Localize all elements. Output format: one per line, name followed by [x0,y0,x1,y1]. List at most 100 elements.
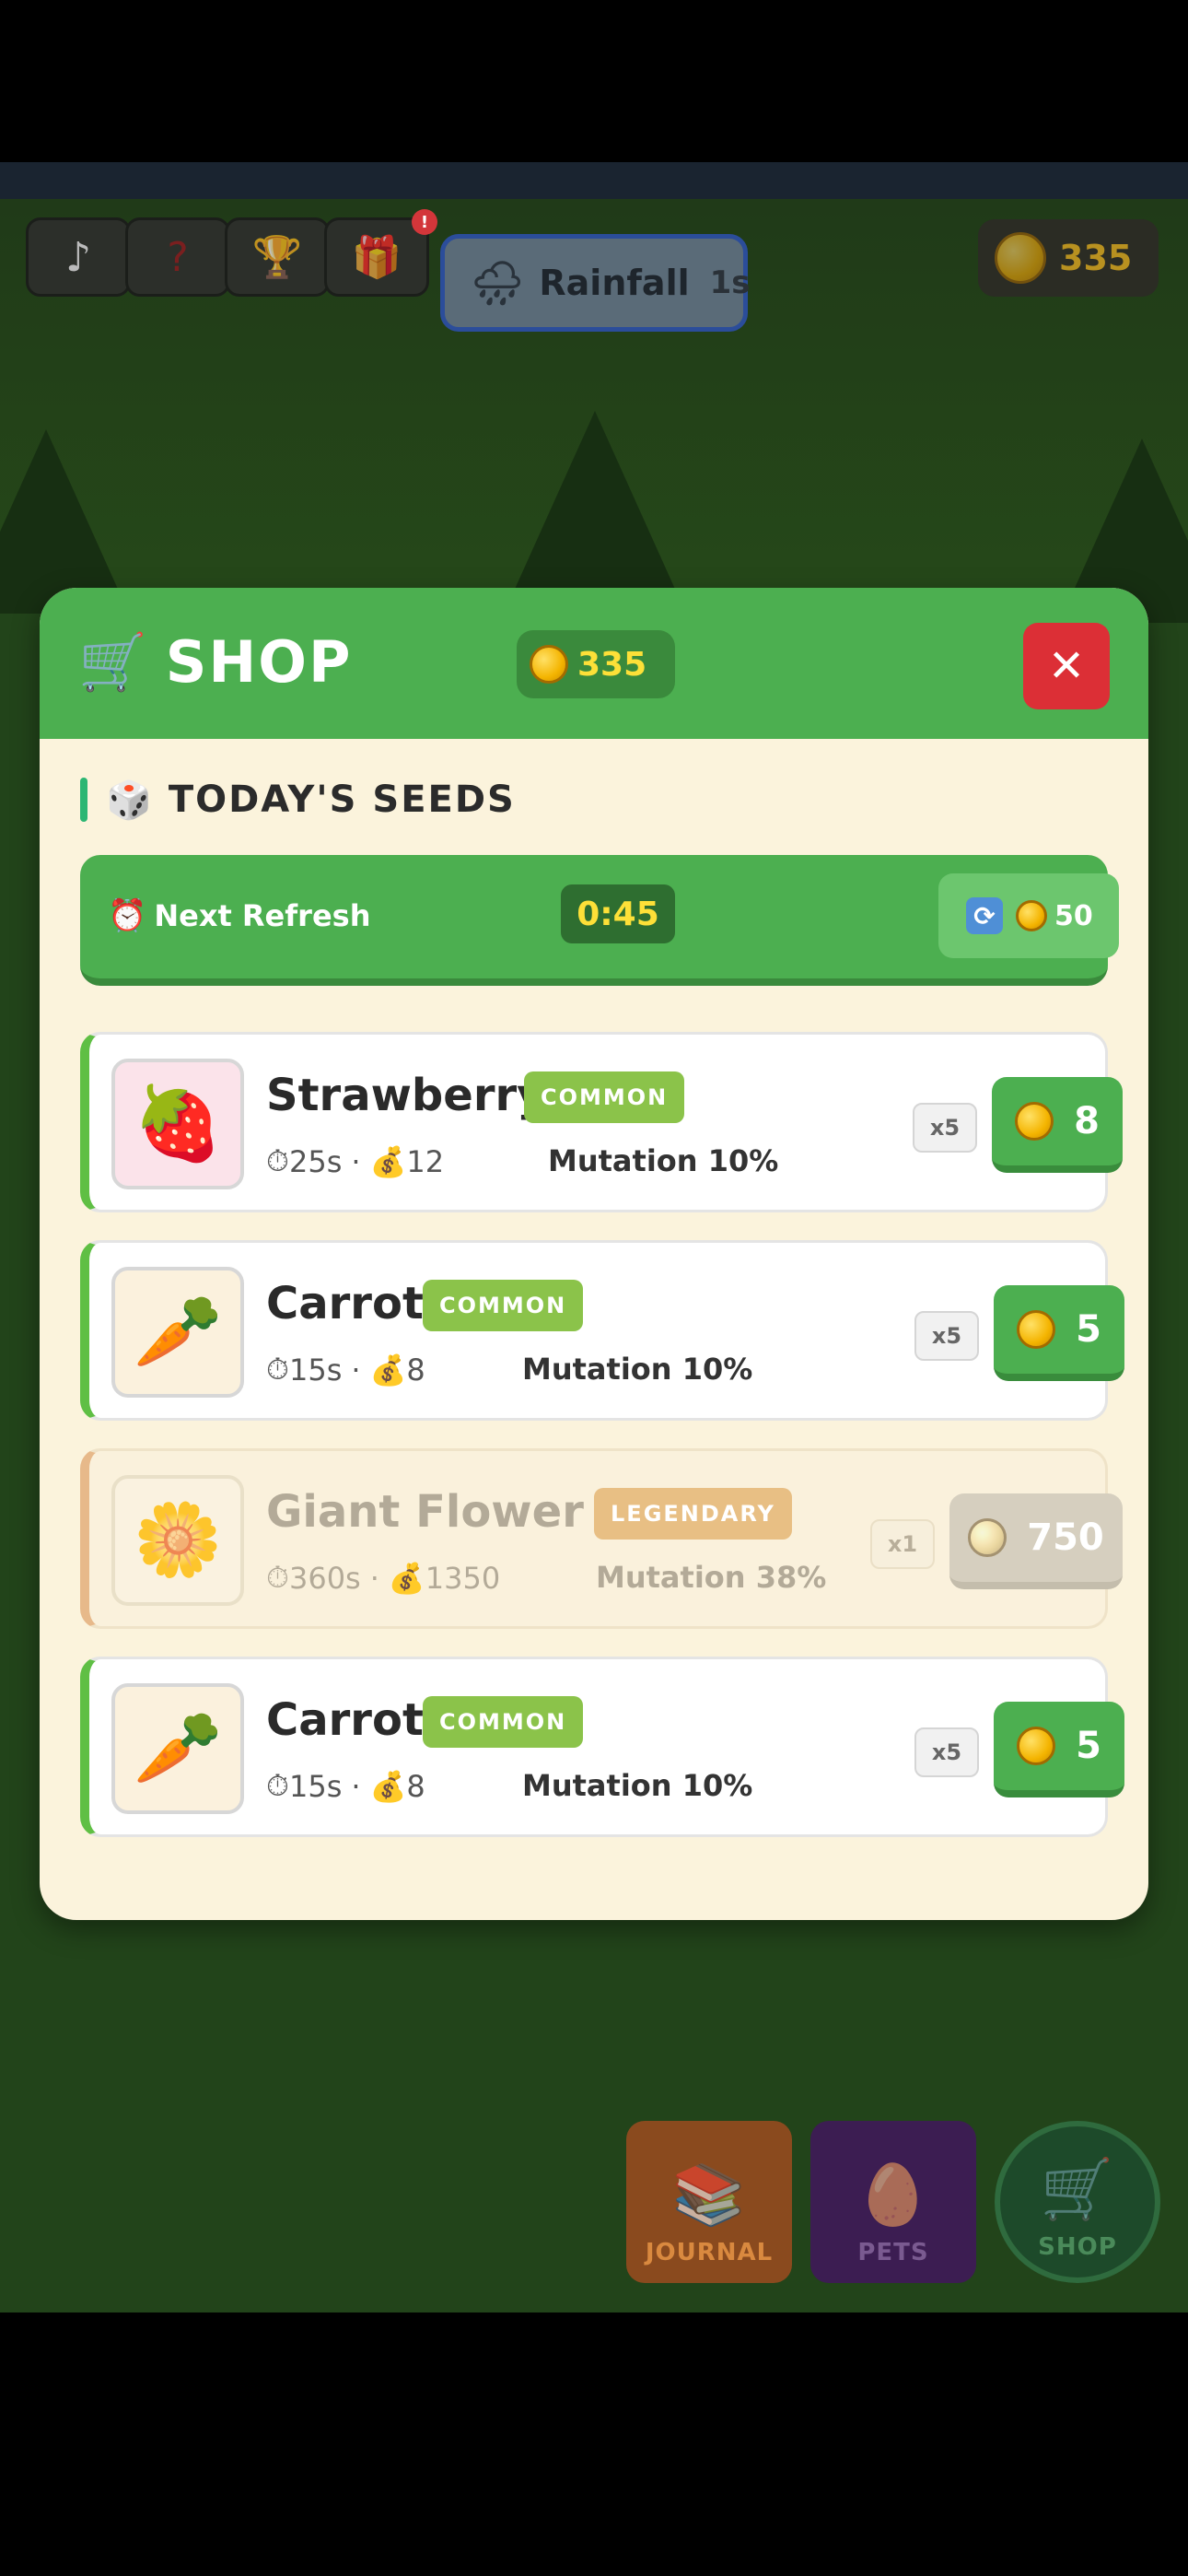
dock-shop-label: SHOP [1038,2233,1117,2261]
mutation-chance: Mutation 10% [522,1768,753,1803]
money-bag-icon: 💰 [369,1768,407,1804]
shop-item: 🥕 Carrot COMMON ⏱ 15s · 💰 8 Mutation 10%… [80,1657,1124,1837]
coin-icon [968,1518,1007,1557]
mutation-chance: Mutation 38% [596,1560,827,1595]
buy-price: 5 [1076,1308,1101,1351]
stopwatch-icon: ⏱ [266,1143,289,1178]
close-icon: ✕ [1047,640,1086,692]
gift-button[interactable]: 🎁 ! [324,209,437,297]
reroll-button[interactable]: ⟳ 50 [938,873,1119,958]
coin-balance-value: 335 [1059,238,1133,278]
mutation-chance: Mutation 10% [522,1352,753,1387]
cart-icon: 🛒 [1040,2156,1115,2224]
stopwatch-icon: ⏱ [266,1352,289,1387]
tree-decoration [0,429,129,614]
music-note-icon: ♪ [64,233,92,281]
trophy-icon: 🏆 [251,234,303,281]
stock-quantity: x5 [914,1727,979,1777]
coin-icon [1016,900,1047,931]
buy-button[interactable]: 8 [992,1077,1123,1173]
next-refresh-label: ⏰ Next Refresh [108,897,370,934]
coin-icon [995,232,1046,284]
tree-decoration [512,411,678,595]
item-stats: ⏱ 15s · 💰 8 [266,1768,425,1804]
help-button[interactable]: ? [125,217,230,297]
notification-badge: ! [412,209,437,235]
buy-price: 8 [1074,1100,1100,1142]
close-button[interactable]: ✕ [1023,623,1110,709]
coin-icon [1017,1727,1056,1765]
buy-button[interactable]: 5 [994,1702,1124,1797]
stock-quantity: x5 [913,1103,977,1153]
buy-button-disabled[interactable]: 750 [949,1493,1123,1589]
dock-pets-button[interactable]: 🥚 PETS [810,2121,976,2283]
stopwatch-icon: ⏱ [266,1560,289,1595]
refresh-icon: ⟳ [966,897,1003,934]
dock-journal-button[interactable]: 📚 JOURNAL [626,2121,792,2283]
buy-price: 750 [1027,1516,1104,1559]
shop-coin-value: 335 [577,645,647,684]
refresh-timer: 0:45 [561,884,675,943]
rarity-badge: COMMON [423,1280,584,1331]
letterbox-bottom [0,2346,1188,2576]
reroll-cost: 50 [1054,899,1093,932]
section-title-text: TODAY'S SEEDS [168,779,516,821]
shop-coin-balance: 335 [517,630,675,698]
cart-icon: 🛒 [78,630,149,695]
grow-time: 15s [288,1768,343,1804]
dock-shop-button[interactable]: 🛒 SHOP [995,2121,1160,2283]
egg-icon: 🥚 [856,2161,931,2230]
dice-icon: 🎲 [106,779,154,822]
money-bag-icon: 💰 [369,1352,407,1388]
giant-flower-icon: 🌼 [111,1475,244,1606]
coin-icon [1015,1102,1054,1141]
shop-modal: 🛒 SHOP 335 ✕ 🎲 TODAY'S SEEDS ⏰ Next Refr… [40,588,1148,1920]
rain-cloud-icon: 🌧 [471,257,525,308]
letterbox-top [0,0,1188,162]
buy-price: 5 [1076,1725,1101,1767]
section-accent-bar [80,778,87,822]
item-name: Giant Flower [266,1486,584,1538]
section-heading: 🎲 TODAY'S SEEDS [80,778,516,822]
books-icon: 📚 [671,2161,747,2230]
coin-icon [530,645,568,684]
sell-value: 8 [406,1352,425,1388]
trophy-button[interactable]: 🏆 [225,217,330,297]
stock-quantity: x5 [914,1311,979,1361]
music-button[interactable]: ♪ [26,217,131,297]
money-bag-icon: 💰 [369,1143,407,1179]
rarity-badge: COMMON [423,1696,584,1748]
dock-journal-label: JOURNAL [645,2239,774,2266]
question-icon: ? [167,233,189,281]
alarm-clock-icon: ⏰ [108,897,147,934]
sell-value: 12 [406,1143,445,1179]
coin-balance-hud: 335 [978,219,1159,297]
grow-time: 25s [288,1143,343,1179]
money-bag-icon: 💰 [388,1560,425,1596]
shop-item-unavailable: 🌼 Giant Flower LEGENDARY ⏱ 360s · 💰 1350… [80,1448,1123,1629]
item-name: Carrot [266,1694,424,1746]
sell-value: 8 [406,1768,425,1804]
coin-icon [1017,1310,1056,1349]
strawberry-plant-icon: 🍓 [111,1059,244,1189]
weather-time: 1s [709,264,751,301]
rarity-badge: LEGENDARY [594,1488,792,1540]
stock-quantity: x1 [870,1519,935,1569]
rarity-badge: COMMON [524,1071,685,1123]
shop-title-text: SHOP [165,628,353,696]
refresh-banner: ⏰ Next Refresh 0:45 ⟳ 50 [80,855,1119,986]
weather-indicator: 🌧 Rainfall 1s [440,234,751,332]
item-name: Strawberry [266,1070,546,1121]
item-stats: ⏱ 15s · 💰 8 [266,1352,425,1388]
mutation-chance: Mutation 10% [548,1143,779,1178]
item-name: Carrot [266,1278,424,1329]
buy-button[interactable]: 5 [994,1285,1124,1381]
next-refresh-text: Next Refresh [154,898,371,933]
shop-item: 🍓 Strawberry COMMON ⏱ 25s · 💰 12 Mutatio… [80,1032,1123,1212]
weather-label: Rainfall [539,263,690,303]
carrot-plant-icon: 🥕 [111,1267,244,1398]
grow-time: 360s [288,1560,361,1596]
item-stats: ⏱ 360s · 💰 1350 [266,1560,501,1596]
shop-title: 🛒 SHOP [78,628,352,696]
dock-pets-label: PETS [857,2239,929,2266]
